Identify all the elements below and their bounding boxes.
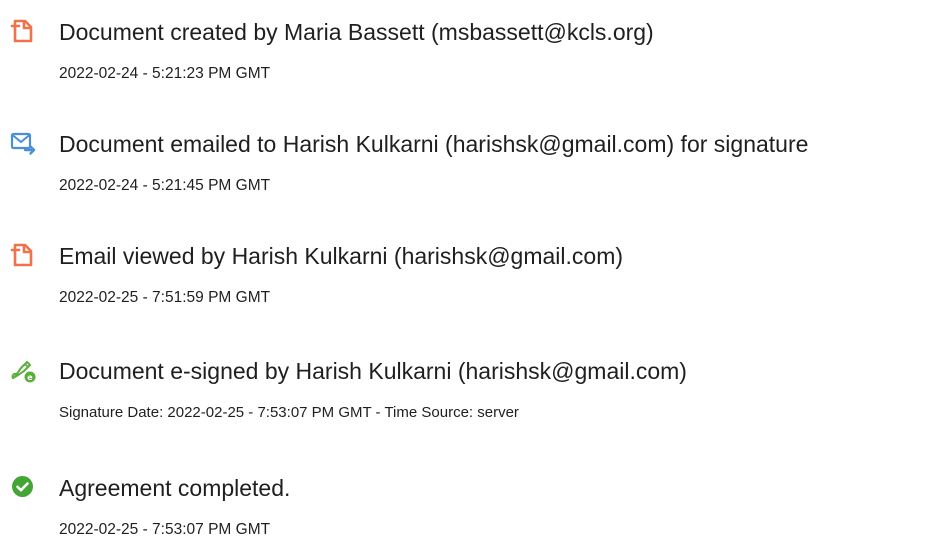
svg-text:e: e — [27, 373, 33, 382]
event-timestamp: 2022-02-25 - 7:51:59 PM GMT — [59, 289, 271, 306]
event-title: Agreement completed. — [59, 475, 291, 501]
e-sign-pen-icon: e — [10, 357, 36, 383]
event-signature-date: Signature Date: 2022-02-25 - 7:53:07 PM … — [59, 404, 519, 421]
email-sent-icon — [10, 130, 36, 156]
document-created-icon — [10, 18, 36, 44]
check-circle-icon — [10, 474, 36, 500]
event-title: Document emailed to Harish Kulkarni (har… — [59, 131, 809, 157]
event-timestamp: 2022-02-24 - 5:21:45 PM GMT — [59, 177, 271, 194]
event-title: Document e-signed by Harish Kulkarni (ha… — [59, 358, 687, 384]
event-timestamp: 2022-02-25 - 7:53:07 PM GMT — [59, 521, 271, 538]
event-timestamp: 2022-02-24 - 5:21:23 PM GMT — [59, 65, 271, 82]
event-title: Document created by Maria Bassett (msbas… — [59, 19, 654, 45]
email-viewed-icon — [10, 242, 36, 268]
event-title: Email viewed by Harish Kulkarni (harishs… — [59, 243, 624, 269]
